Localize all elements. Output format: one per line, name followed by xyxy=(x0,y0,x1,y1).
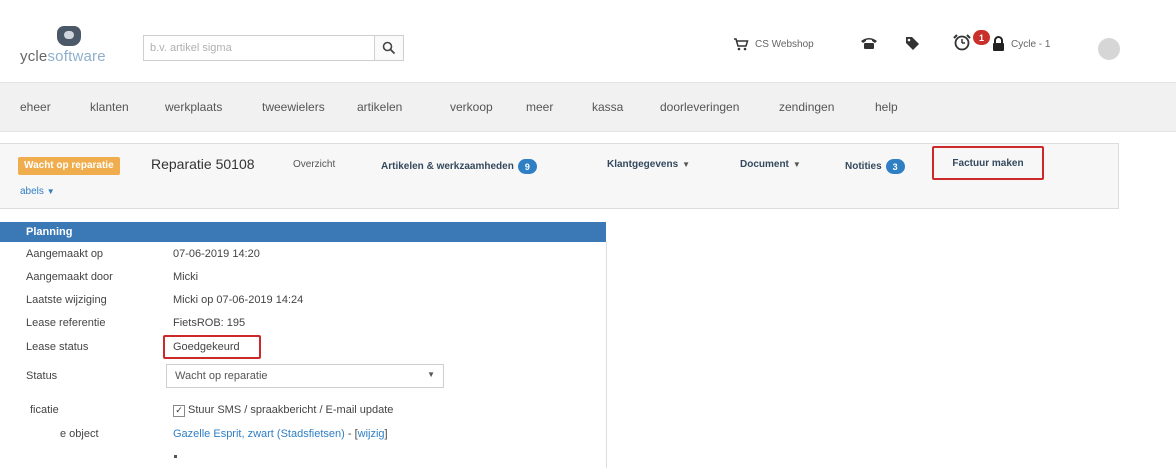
nav-item-doorleveringen[interactable]: doorleveringen xyxy=(660,100,739,114)
tab-artikelen[interactable]: Artikelen & werkzaamheden 9 xyxy=(381,159,537,174)
logo-text-light: software xyxy=(47,48,106,65)
avatar[interactable] xyxy=(1098,38,1120,60)
tab-overzicht-label: Overzicht xyxy=(293,159,336,170)
notificatie-label: ficatie xyxy=(30,404,59,416)
info-row: Aangemaakt door Micki xyxy=(0,267,606,289)
webshop-label: CS Webshop xyxy=(755,38,814,50)
chevron-down-icon: ▼ xyxy=(427,370,435,379)
nav-item-beheer[interactable]: eheer xyxy=(20,100,51,114)
status-select-value: Wacht op reparatie xyxy=(175,370,268,382)
alarm-count-badge: 1 xyxy=(973,30,990,45)
object-label: e object xyxy=(60,428,99,440)
object-row: e object Gazelle Esprit, zwart (Stadsfie… xyxy=(0,424,606,446)
planning-header: Planning xyxy=(0,222,606,242)
logo[interactable]: yclesoftware xyxy=(20,48,106,65)
create-invoice-button[interactable]: Factuur maken xyxy=(932,146,1044,180)
object-value-group: Gazelle Esprit, zwart (Stadsfietsen) - [… xyxy=(173,428,388,440)
info-row: Laatste wijziging Micki op 07-06-2019 14… xyxy=(0,290,606,312)
logo-icon xyxy=(57,26,81,46)
notities-count-badge: 3 xyxy=(885,159,905,174)
nav-item-tweewielers[interactable]: tweewielers xyxy=(262,100,325,114)
phone-button[interactable] xyxy=(860,36,878,50)
alarm-button[interactable] xyxy=(952,33,972,51)
top-header: yclesoftware b.v. artikel sigma CS Websh… xyxy=(0,0,1176,80)
nav-item-kassa[interactable]: kassa xyxy=(592,100,623,114)
nav-item-werkplaats[interactable]: werkplaats xyxy=(165,100,222,114)
row-label: Aangemaakt door xyxy=(26,271,113,283)
row-label: Lease status xyxy=(26,341,89,353)
nav-item-help[interactable]: help xyxy=(875,100,898,114)
info-row: Aangemaakt op 07-06-2019 14:20 xyxy=(0,244,606,266)
logo-text-dark: ycle xyxy=(20,48,48,65)
row-value: 07-06-2019 14:20 xyxy=(173,248,260,260)
chevron-down-icon: ▼ xyxy=(792,160,801,169)
object-sep: - [ xyxy=(344,428,358,440)
tab-document[interactable]: Document ▼ xyxy=(740,159,801,170)
create-invoice-label: Factuur maken xyxy=(952,157,1024,169)
bullet-dot xyxy=(174,455,177,458)
tab-klantgegevens[interactable]: Klantgegevens ▼ xyxy=(607,159,690,170)
search-input[interactable]: b.v. artikel sigma xyxy=(143,35,375,61)
tab-artikelen-label: Artikelen & werkzaamheden xyxy=(381,161,514,172)
search-button[interactable] xyxy=(374,35,404,61)
status-badge: Wacht op reparatie xyxy=(18,157,120,175)
labels-label: abels xyxy=(20,186,44,197)
nav-item-artikelen[interactable]: artikelen xyxy=(357,100,402,114)
nav-item-verkoop[interactable]: verkoop xyxy=(450,100,493,114)
webshop-link[interactable]: CS Webshop xyxy=(733,37,814,51)
info-row: Lease status Goedgekeurd xyxy=(0,337,606,359)
main-navigation: eheer klanten werkplaats tweewielers art… xyxy=(0,82,1176,132)
tab-overzicht[interactable]: Overzicht xyxy=(293,159,335,170)
object-link[interactable]: Gazelle Esprit, zwart (Stadsfietsen) xyxy=(173,428,345,440)
nav-item-zendingen[interactable]: zendingen xyxy=(779,100,834,114)
tab-klantgegevens-label: Klantgegevens xyxy=(607,159,679,170)
status-label: Status xyxy=(26,370,58,382)
page-title: Reparatie 50108 xyxy=(151,156,255,172)
artikelen-count-badge: 9 xyxy=(517,159,537,174)
sms-update-checkbox[interactable]: ✓ xyxy=(173,405,185,417)
sms-update-label: Stuur SMS / spraakbericht / E-mail updat… xyxy=(188,404,394,416)
labels-dropdown[interactable]: abels ▼ xyxy=(20,186,55,197)
user-label: Cycle - 1 xyxy=(1011,38,1051,50)
row-value: FietsROB: 195 xyxy=(173,317,246,329)
nav-item-meer[interactable]: meer xyxy=(526,100,553,114)
phone-icon xyxy=(860,36,878,50)
object-close: ] xyxy=(384,428,388,440)
tag-icon xyxy=(905,36,920,51)
lease-status-highlight xyxy=(163,335,261,359)
row-value: Micki op 07-06-2019 14:24 xyxy=(173,294,304,306)
lock-icon xyxy=(992,36,1005,52)
status-select[interactable]: Wacht op reparatie ▼ xyxy=(166,364,444,388)
tab-document-label: Document xyxy=(740,159,789,170)
tab-notities-label: Notities xyxy=(845,161,882,172)
alarm-clock-icon xyxy=(952,33,972,51)
row-value: Micki xyxy=(173,271,199,283)
tag-button[interactable] xyxy=(905,36,920,51)
screenshot-frame: yclesoftware b.v. artikel sigma CS Websh… xyxy=(0,0,1176,468)
user-menu[interactable]: Cycle - 1 xyxy=(992,36,1050,52)
nav-item-klanten[interactable]: klanten xyxy=(90,100,129,114)
cart-icon xyxy=(733,37,749,51)
edit-object-link[interactable]: wijzig xyxy=(358,428,385,440)
chevron-down-icon: ▼ xyxy=(46,187,55,196)
tab-notities[interactable]: Notities 3 xyxy=(845,159,905,174)
row-label: Laatste wijziging xyxy=(26,294,107,306)
info-row: Lease referentie FietsROB: 195 xyxy=(0,313,606,335)
row-label: Lease referentie xyxy=(26,317,106,329)
search-icon xyxy=(382,41,396,55)
chevron-down-icon: ▼ xyxy=(682,160,691,169)
row-label: Aangemaakt op xyxy=(26,248,104,260)
